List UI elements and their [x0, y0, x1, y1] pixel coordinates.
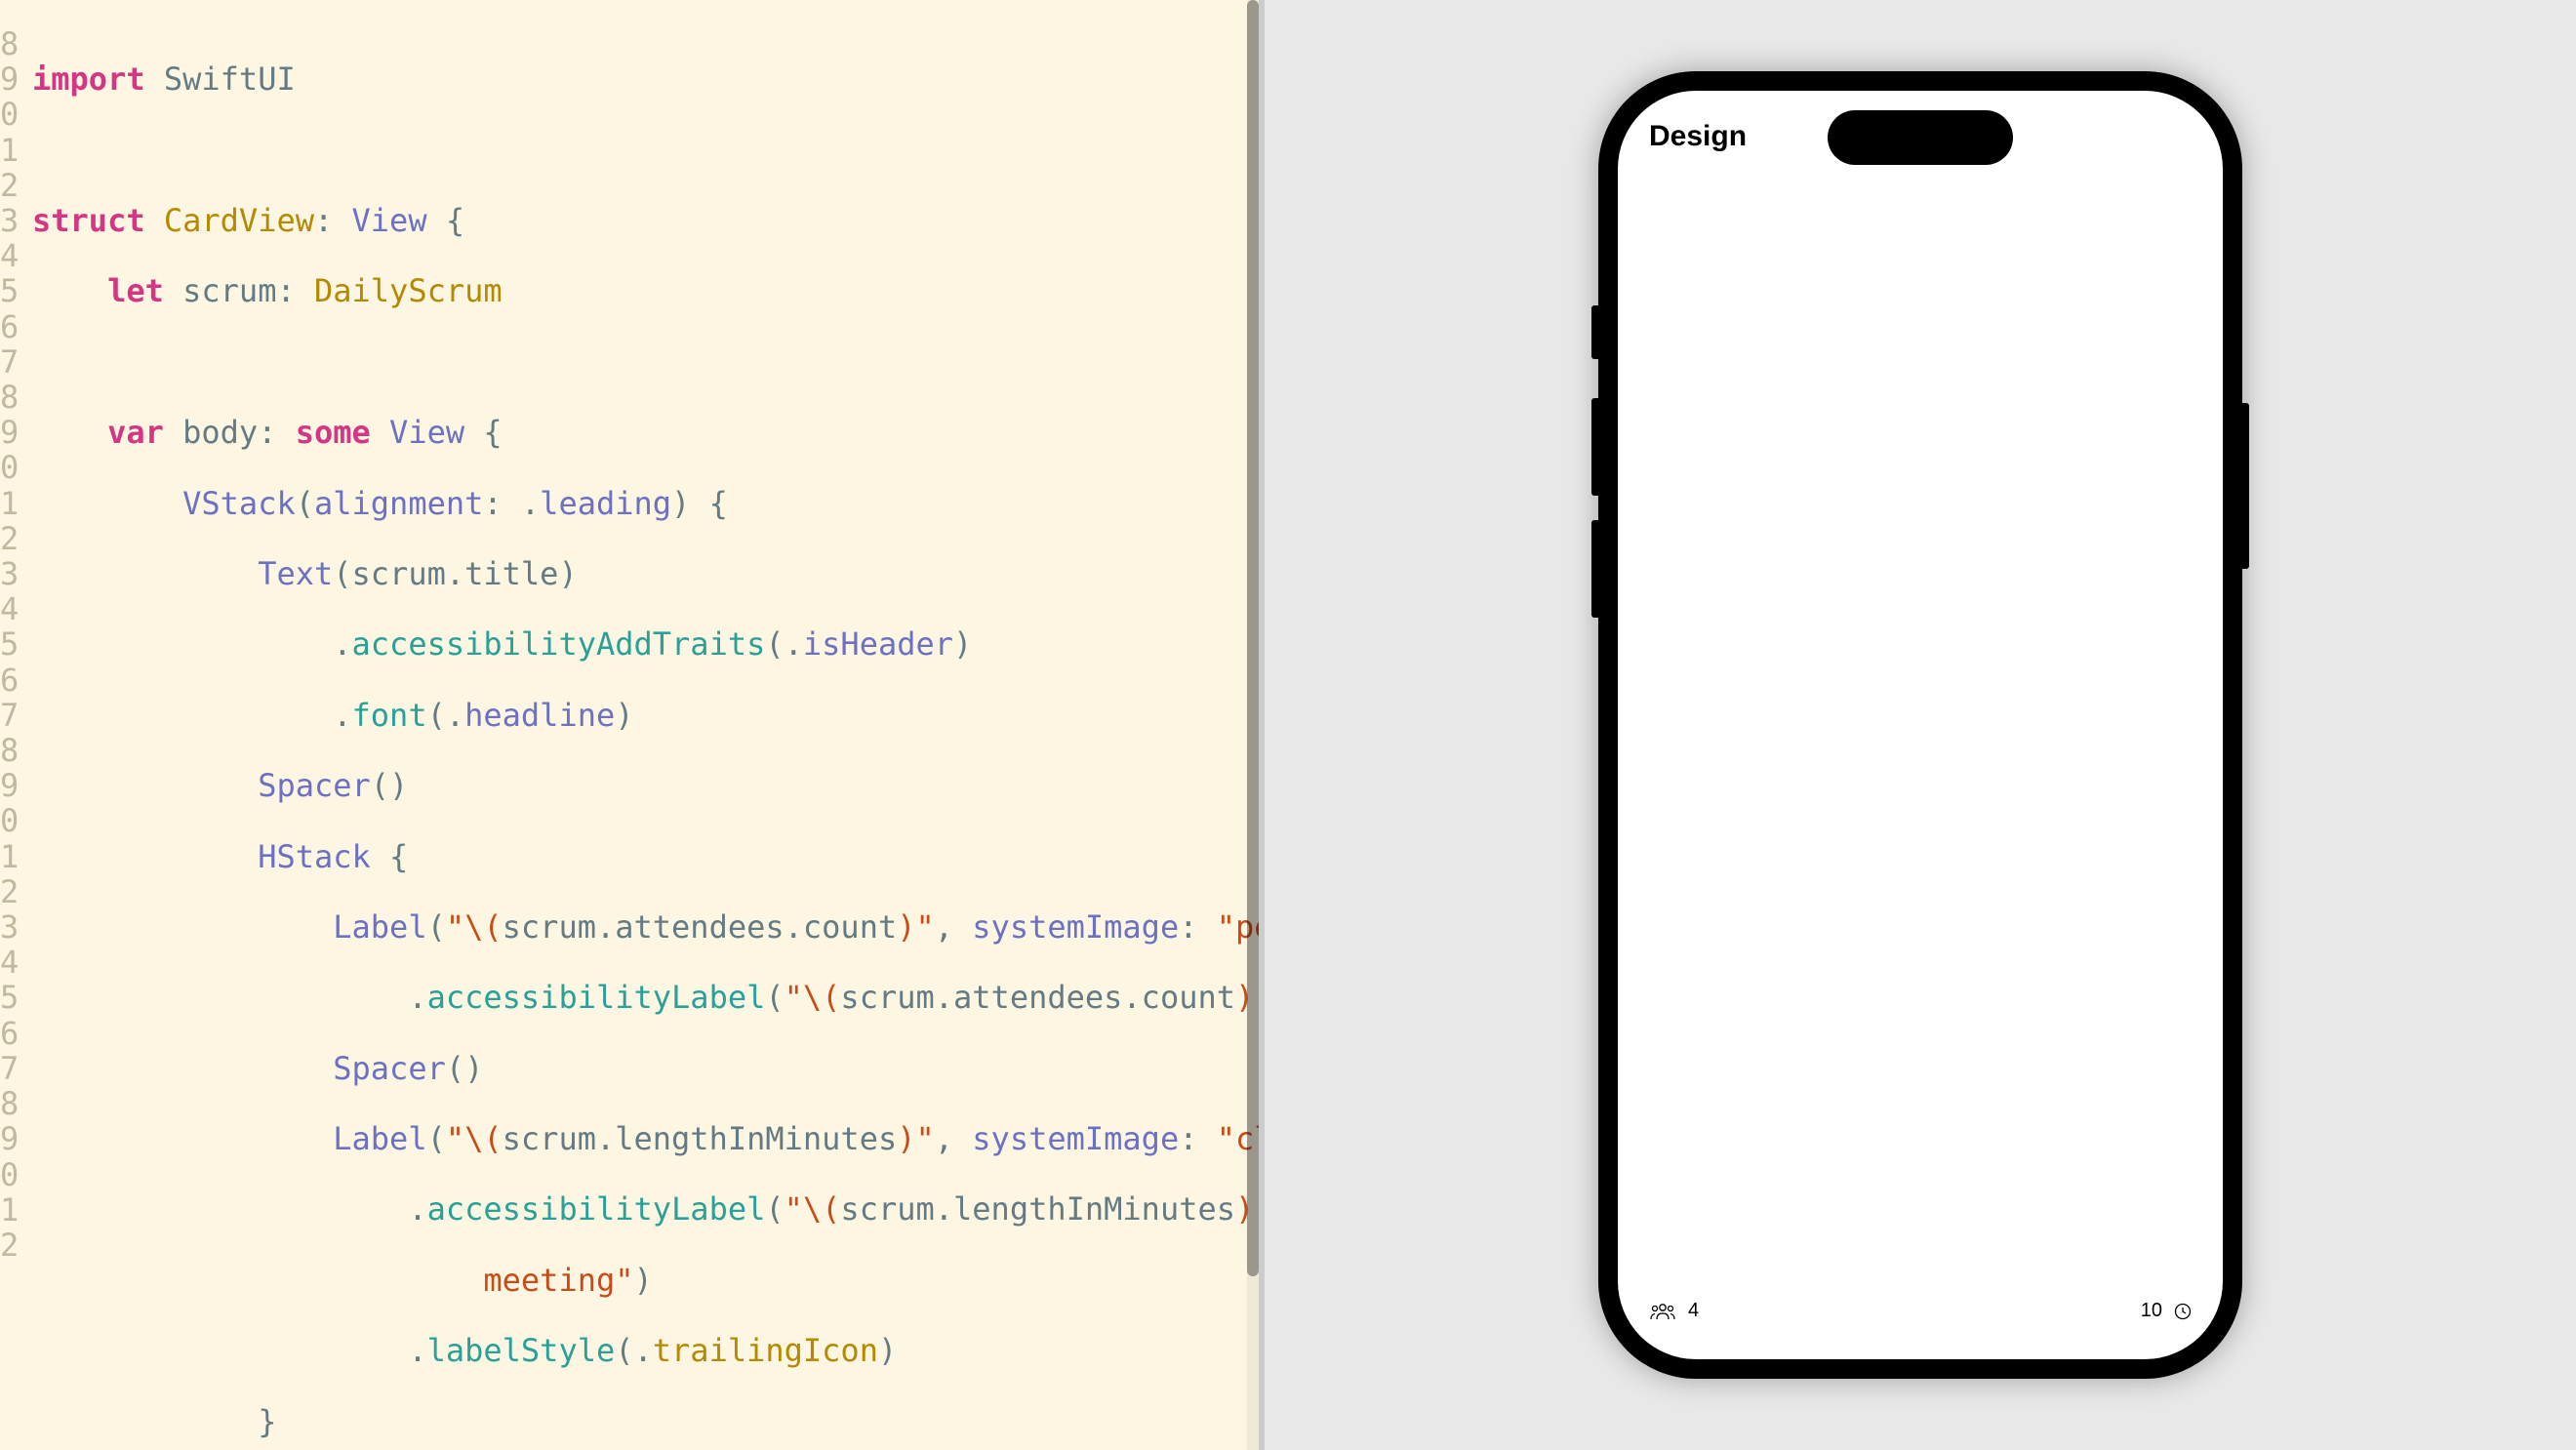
phone-screen: Design 4 [1618, 91, 2223, 1359]
line-number-gutter: 8 9 0 1 2 3 4 5 6 7 8 9 0 1 2 3 4 5 6 7 … [0, 0, 15, 1450]
iphone-bezel: Design 4 [1598, 71, 2242, 1379]
line-number: 7 [0, 1051, 15, 1086]
preview-canvas[interactable]: Design 4 [1265, 0, 2576, 1450]
line-number: 1 [0, 486, 15, 521]
card-view-preview: Design 4 [1618, 91, 2223, 1359]
duration-minutes: 10 [2141, 1300, 2162, 1322]
line-number: 8 [0, 380, 15, 415]
line-number: 2 [0, 168, 15, 203]
line-number: 8 [0, 1086, 15, 1121]
line-number: 1 [0, 839, 15, 874]
scrollbar-thumb[interactable] [1247, 0, 1259, 1276]
dynamic-island-icon [1828, 110, 2013, 165]
line-number: 5 [0, 626, 15, 662]
line-number: 8 [0, 733, 15, 768]
duration-label: 10 [2141, 1300, 2192, 1322]
line-number: 4 [0, 591, 15, 626]
line-number: 9 [0, 1121, 15, 1156]
line-number: 9 [0, 415, 15, 450]
volume-down-button-icon [1591, 520, 1598, 618]
line-number: 4 [0, 238, 15, 273]
line-number: 9 [0, 768, 15, 803]
line-number: 1 [0, 133, 15, 168]
line-number: 2 [0, 1228, 15, 1263]
card-footer: 4 10 [1649, 1300, 2192, 1322]
attendees-count: 4 [1688, 1300, 1699, 1322]
line-number: 0 [0, 1157, 15, 1192]
line-number: 5 [0, 980, 15, 1015]
line-number: 6 [0, 1016, 15, 1051]
attendees-label: 4 [1649, 1300, 1699, 1322]
spacer [1649, 153, 2192, 1300]
line-number: 8 [0, 26, 15, 61]
line-number: 6 [0, 309, 15, 344]
line-number: 0 [0, 450, 15, 485]
volume-up-button-icon [1591, 398, 1598, 496]
line-number: 2 [0, 521, 15, 556]
line-number: 2 [0, 874, 15, 909]
line-number: 3 [0, 556, 15, 591]
code-editor-pane[interactable]: 8 9 0 1 2 3 4 5 6 7 8 9 0 1 2 3 4 5 6 7 … [0, 0, 1259, 1450]
editor-scrollbar[interactable] [1247, 0, 1259, 1450]
clock-icon [2174, 1303, 2192, 1320]
silence-switch-icon [1591, 305, 1598, 359]
line-number: 5 [0, 273, 15, 308]
power-button-icon [2242, 403, 2249, 569]
line-number: 4 [0, 945, 15, 980]
line-number: 7 [0, 698, 15, 733]
line-number: 3 [0, 909, 15, 945]
line-number: 6 [0, 663, 15, 698]
line-number: 7 [0, 344, 15, 380]
line-number: 0 [0, 97, 15, 132]
line-number: 9 [0, 61, 15, 97]
phone-buttons-left [1591, 305, 1598, 642]
line-number: 1 [0, 1192, 15, 1228]
code-text-area[interactable]: import SwiftUI struct CardView: View { l… [15, 0, 1259, 1450]
line-number: 0 [0, 803, 15, 838]
line-number: 3 [0, 203, 15, 238]
person-3-icon [1649, 1303, 1676, 1320]
